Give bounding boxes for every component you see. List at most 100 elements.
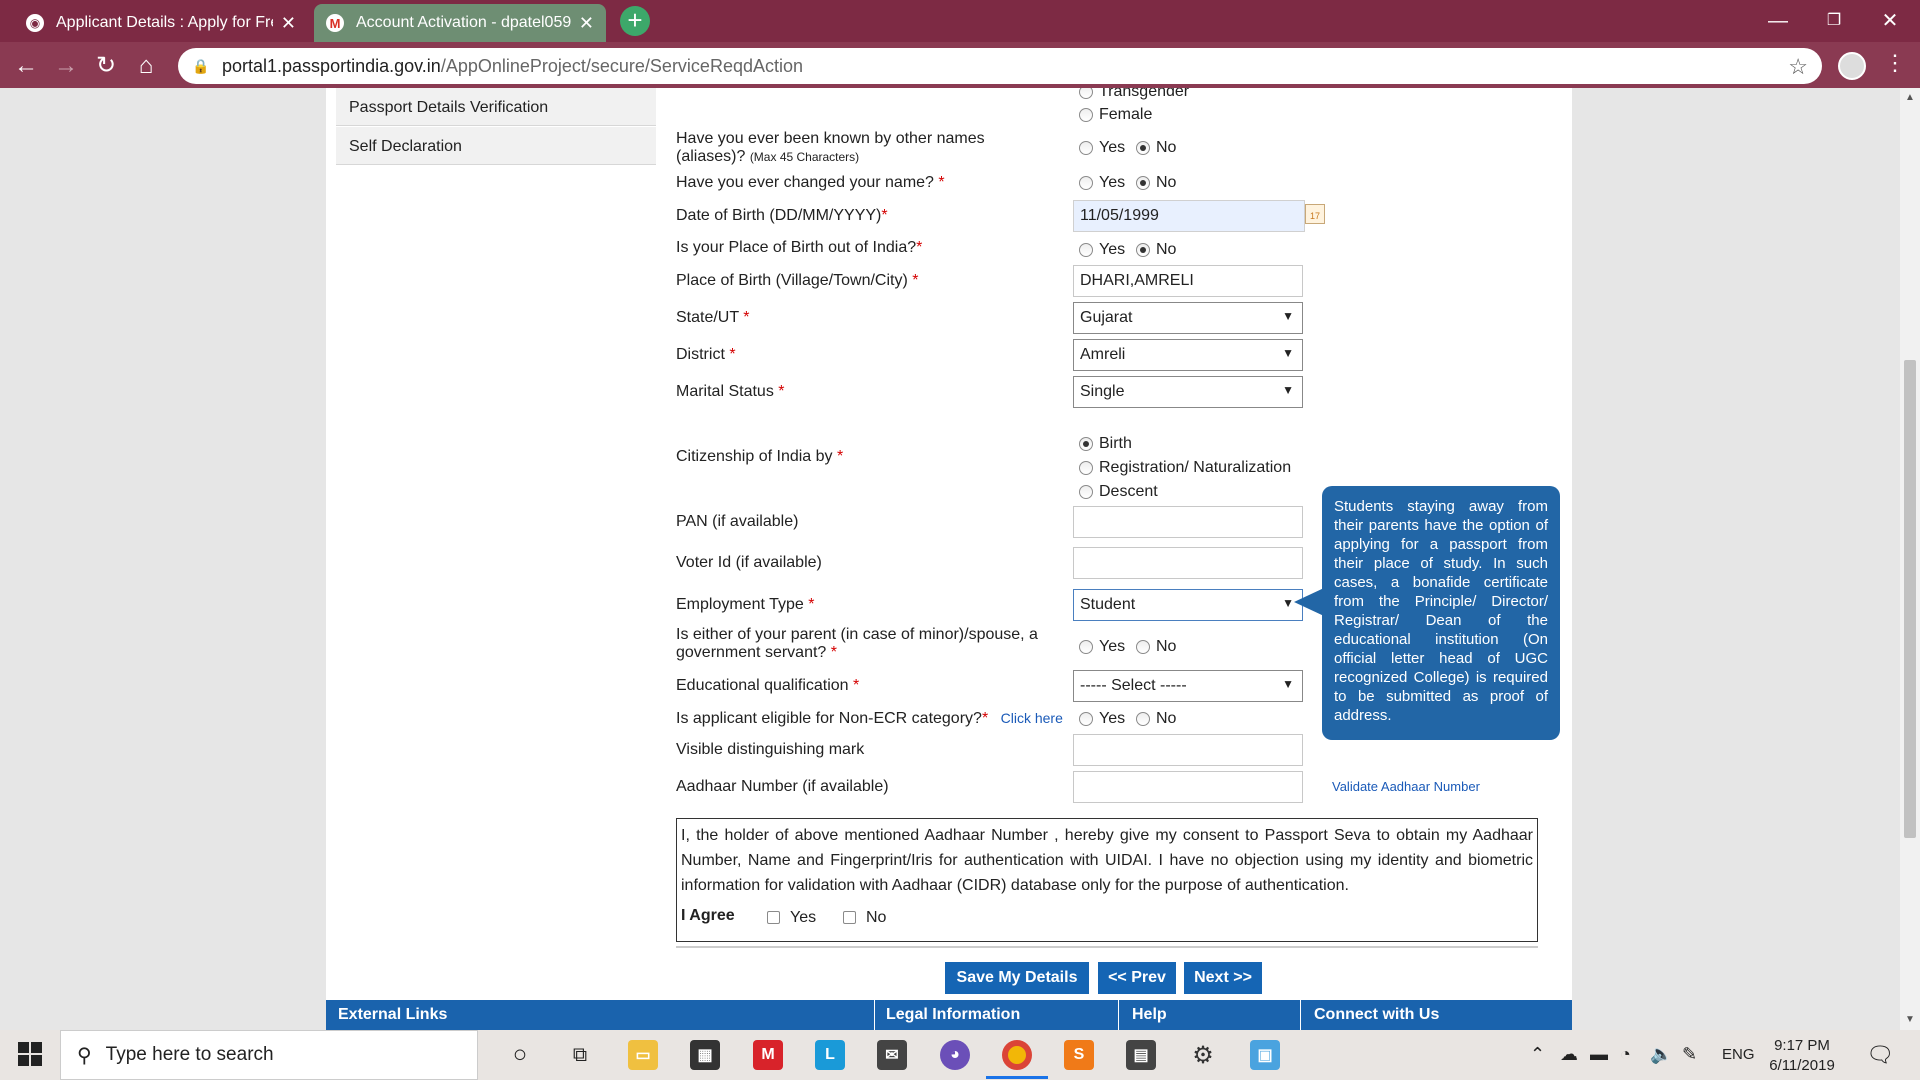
citizenship-registration-radio[interactable]: Registration/ Naturalization [1079,459,1291,477]
sublime-icon[interactable]: S [1064,1040,1094,1070]
citizenship-descent-radio[interactable]: Descent [1079,483,1158,501]
home-icon[interactable]: ⌂ [130,50,162,82]
close-tab-icon[interactable]: ✕ [281,13,296,34]
scroll-up-arrow-icon[interactable]: ▲ [1905,92,1915,103]
address-bar[interactable]: 🔒 portal1.passportindia.gov.in/AppOnline… [178,48,1822,84]
radio-dot[interactable] [1136,141,1150,155]
store-icon[interactable]: ▦ [690,1040,720,1070]
browser-menu-icon[interactable]: ⋮ [1884,50,1906,76]
state-select[interactable]: Gujarat ▼ [1073,302,1303,334]
education-select[interactable]: ----- Select ----- ▼ [1073,670,1303,702]
taskbar-clock[interactable]: 9:17 PM 6/11/2019 [1762,1036,1842,1076]
bookmark-star-icon[interactable]: ☆ [1788,54,1808,80]
radio-dot[interactable] [1079,243,1093,257]
radio-dot[interactable] [1079,176,1093,190]
onedrive-cloud-icon[interactable]: ☁ [1560,1044,1578,1065]
minimize-window-button[interactable]: — [1750,4,1806,38]
footer-external-links[interactable]: External Links [338,1006,447,1024]
gender-female-radio[interactable]: Female [1079,106,1152,124]
radio-dot[interactable] [1079,461,1093,475]
footer-connect-with-us[interactable]: Connect with Us [1314,1006,1439,1024]
file-explorer-icon[interactable]: ▭ [628,1040,658,1070]
validate-aadhaar-link[interactable]: Validate Aadhaar Number [1332,779,1480,794]
github-icon[interactable]: ◕ [940,1040,970,1070]
checkbox-box[interactable] [767,911,780,924]
action-center-icon[interactable]: 🗨 [1866,1042,1894,1068]
agree-yes-checkbox[interactable]: Yes [767,905,816,930]
mail-icon[interactable]: ✉ [877,1040,907,1070]
forward-arrow-icon[interactable]: → [50,50,82,82]
marital-select[interactable]: Single ▼ [1073,376,1303,408]
changed-name-no-radio[interactable]: No [1136,174,1176,192]
taskbar-search-box[interactable]: ⚲ Type here to search [60,1030,478,1080]
language-indicator[interactable]: ENG [1722,1046,1755,1063]
task-view-icon[interactable]: ⧉ [565,1040,595,1070]
battery-icon[interactable]: ▬ [1590,1044,1608,1065]
employment-select[interactable]: Student ▼ [1073,589,1303,621]
footer-legal-information[interactable]: Legal Information [886,1006,1020,1024]
radio-dot[interactable] [1079,640,1093,654]
mark-input[interactable] [1073,734,1303,766]
radio-dot[interactable] [1136,176,1150,190]
click-here-link[interactable]: Click here [1001,710,1063,726]
prev-button[interactable]: << Prev [1098,962,1176,994]
radio-dot[interactable] [1079,88,1093,99]
agree-no-checkbox[interactable]: No [843,905,886,930]
voter-input[interactable] [1073,547,1303,579]
next-button[interactable]: Next >> [1184,962,1262,994]
pan-input[interactable] [1073,506,1303,538]
vertical-scrollbar[interactable]: ▲ ▼ [1900,88,1920,1030]
changed-name-yes-radio[interactable]: Yes [1079,174,1125,192]
l-app-icon[interactable]: L [815,1040,845,1070]
windows-start-icon[interactable] [18,1042,42,1066]
show-hidden-icons-chevron-icon[interactable]: ⌃ [1530,1044,1545,1065]
mcafee-icon[interactable]: M [753,1040,783,1070]
radio-dot[interactable] [1136,712,1150,726]
new-tab-button[interactable]: + [620,6,650,36]
nonecr-no-radio[interactable]: No [1136,710,1176,728]
place-birth-input[interactable]: DHARI,AMRELI [1073,265,1303,297]
footer-help[interactable]: Help [1132,1006,1167,1024]
back-arrow-icon[interactable]: ← [10,50,42,82]
close-tab-icon[interactable]: ✕ [579,13,594,34]
profile-avatar[interactable] [1838,52,1866,80]
birth-out-yes-radio[interactable]: Yes [1079,241,1125,259]
wifi-icon[interactable]: ◔ [1620,1044,1631,1065]
radio-dot[interactable] [1079,712,1093,726]
pen-icon[interactable]: ✎ [1682,1044,1697,1065]
aadhaar-input[interactable] [1073,771,1303,803]
scroll-down-arrow-icon[interactable]: ▼ [1905,1014,1915,1025]
save-my-details-button[interactable]: Save My Details [945,962,1089,994]
tab-applicant-details[interactable]: ◉ Applicant Details : Apply for Fresh Pa… [14,4,308,42]
radio-dot[interactable] [1079,437,1093,451]
close-window-button[interactable]: ✕ [1862,4,1918,38]
radio-dot[interactable] [1079,141,1093,155]
leftnav-passport-details-verification[interactable]: Passport Details Verification [336,88,656,126]
video-editor-icon[interactable]: ▤ [1126,1040,1156,1070]
aliases-no-radio[interactable]: No [1136,139,1176,157]
citizenship-birth-radio[interactable]: Birth [1079,435,1132,453]
radio-dot[interactable] [1079,485,1093,499]
parent-gov-yes-radio[interactable]: Yes [1079,638,1125,656]
district-select[interactable]: Amreli ▼ [1073,339,1303,371]
radio-dot[interactable] [1136,640,1150,654]
dob-input[interactable]: 11/05/1999 [1073,200,1305,232]
scrollbar-thumb[interactable] [1904,360,1916,838]
checkbox-box[interactable] [843,911,856,924]
leftnav-self-declaration[interactable]: Self Declaration [336,127,656,165]
control-panel-icon[interactable]: ▣ [1250,1040,1280,1070]
volume-icon[interactable]: 🔈 [1650,1044,1672,1065]
radio-dot[interactable] [1079,108,1093,122]
reload-icon[interactable]: ↻ [90,50,122,82]
tab-account-activation[interactable]: M Account Activation - dpatel0599@gmail.… [314,4,606,42]
calendar-icon[interactable]: 17 [1305,204,1325,224]
aliases-yes-radio[interactable]: Yes [1079,139,1125,157]
settings-gear-icon[interactable]: ⚙ [1188,1040,1218,1070]
cortana-icon[interactable]: ○ [505,1040,535,1070]
radio-dot[interactable] [1136,243,1150,257]
nonecr-yes-radio[interactable]: Yes [1079,710,1125,728]
chrome-icon[interactable] [1002,1040,1032,1070]
gender-transgender-radio[interactable]: Transgender [1079,88,1189,101]
parent-gov-no-radio[interactable]: No [1136,638,1176,656]
restore-window-button[interactable]: ❐ [1806,4,1862,38]
